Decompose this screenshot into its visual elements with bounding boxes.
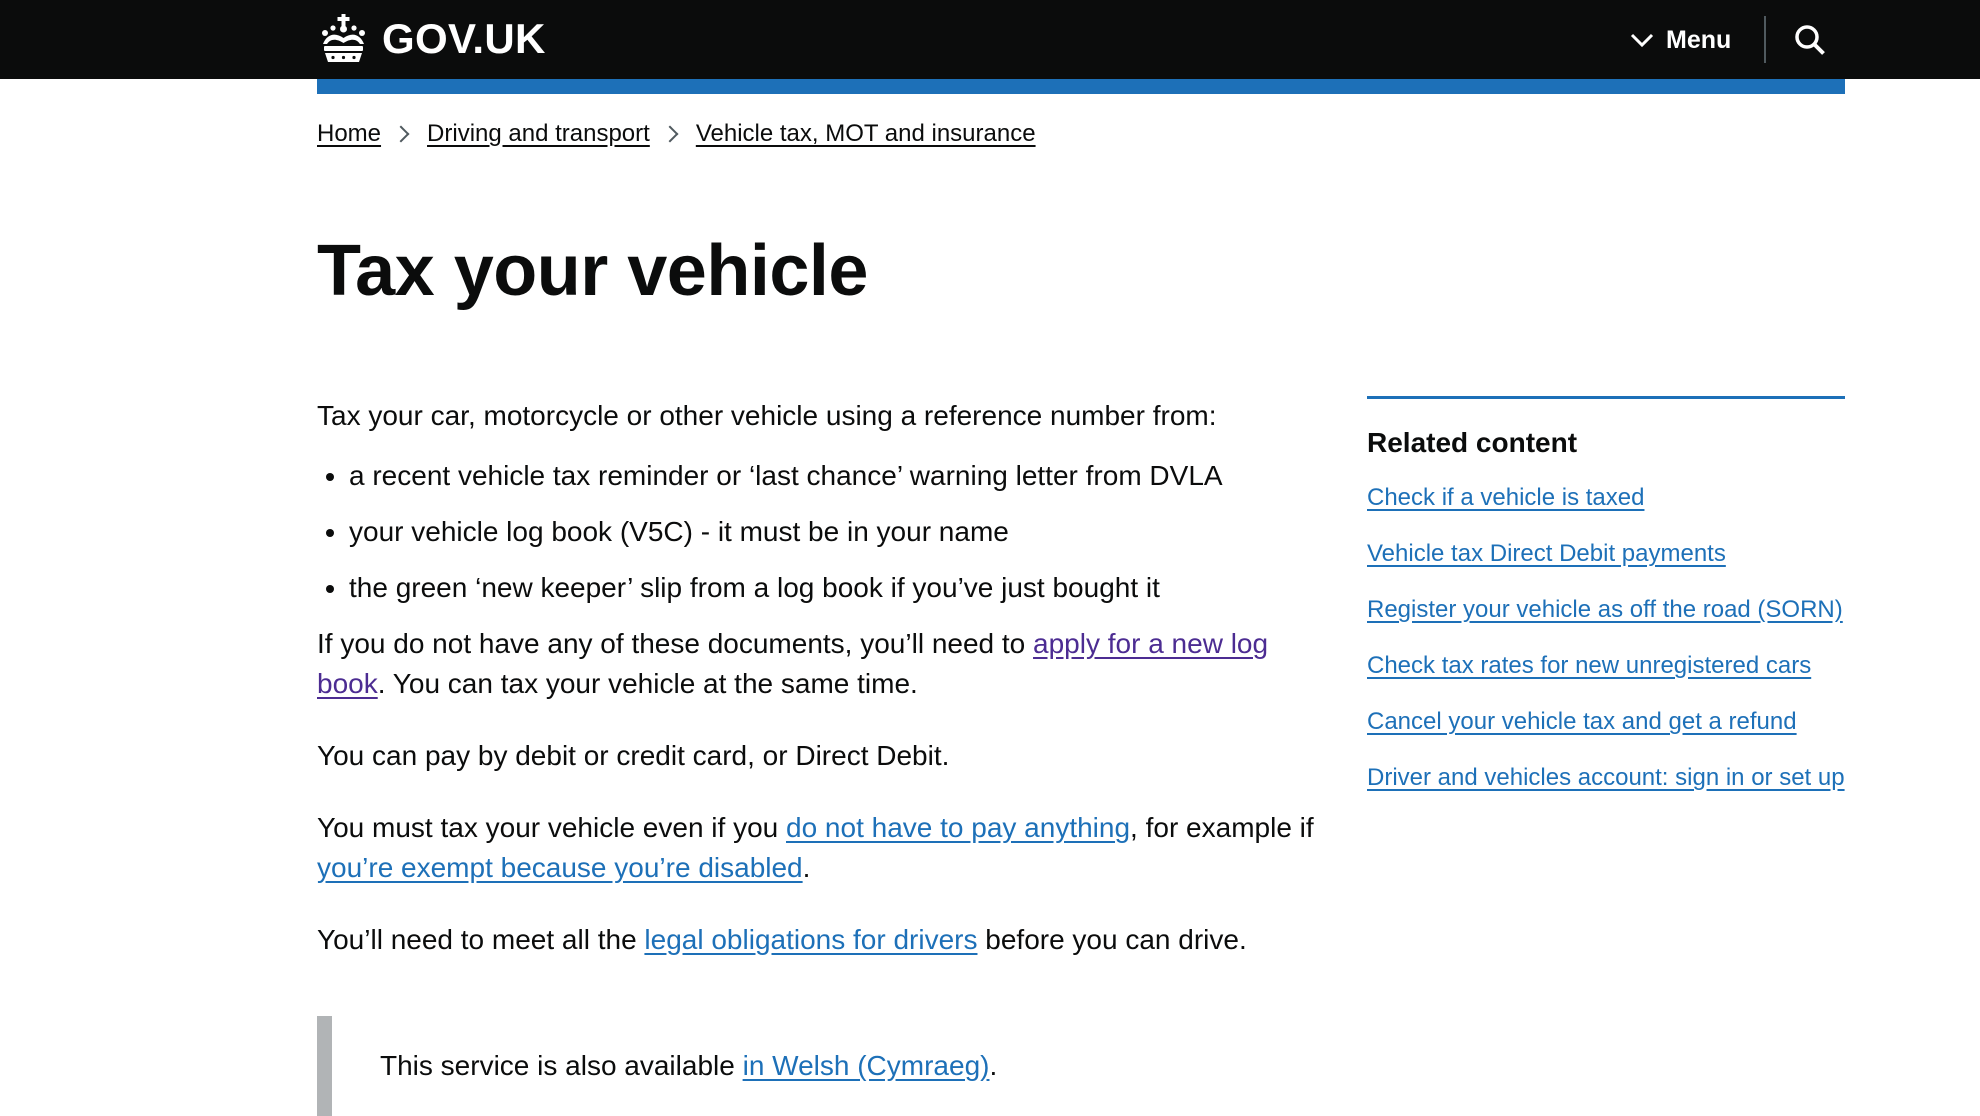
paragraph-text: .	[989, 1050, 998, 1081]
inset-text: This service is also available in Welsh …	[380, 1046, 997, 1086]
related-link-check-vehicle-taxed[interactable]: Check if a vehicle is taxed	[1367, 484, 1644, 511]
related-link-check-tax-rates[interactable]: Check tax rates for new unregistered car…	[1367, 652, 1811, 679]
breadcrumb-home[interactable]: Home	[317, 120, 381, 148]
related-content-title: Related content	[1367, 427, 1578, 458]
breadcrumb-vehicle-tax-mot-insurance[interactable]: Vehicle tax, MOT and insurance	[696, 120, 1036, 148]
site-header: GOV.UK Menu	[0, 0, 1980, 79]
logo-text: GOV.UK	[382, 15, 546, 62]
related-link-cancel-vehicle-tax[interactable]: Cancel your vehicle tax and get a refund	[1367, 708, 1797, 735]
paragraph-text: .	[802, 852, 811, 883]
list-item: Vehicle tax Direct Debit payments	[1367, 537, 1845, 570]
related-content: Related content Check if a vehicle is ta…	[1367, 396, 1845, 817]
paragraph-text: . You can tax your vehicle at the same t…	[377, 668, 918, 699]
related-links-list: Check if a vehicle is taxed Vehicle tax …	[1367, 481, 1845, 794]
govuk-logo-link[interactable]: GOV.UK	[317, 8, 546, 70]
no-documents-paragraph: If you do not have any of these document…	[317, 624, 1327, 704]
list-item: Cancel your vehicle tax and get a refund	[1367, 705, 1845, 738]
breadcrumb: Home Driving and transport Vehicle tax, …	[317, 120, 1036, 148]
paragraph-text: You must tax your vehicle even if you	[317, 812, 786, 843]
chevron-right-icon	[392, 125, 410, 143]
page-title: Tax your vehicle	[317, 231, 868, 311]
list-item: the green ‘new keeper’ slip from a log b…	[349, 568, 1327, 608]
crown-icon	[322, 14, 365, 62]
list-item: Check tax rates for new unregistered car…	[1367, 649, 1845, 682]
intro-text: Tax your car, motorcycle or other vehicl…	[317, 400, 1217, 431]
list-item: Driver and vehicles account: sign in or …	[1367, 761, 1845, 794]
main-content: Tax your car, motorcycle or other vehicl…	[317, 396, 1327, 992]
payment-methods-paragraph: You can pay by debit or credit card, or …	[317, 740, 950, 771]
header-accent-bar	[317, 79, 1845, 94]
related-link-register-sorn[interactable]: Register your vehicle as off the road (S…	[1367, 596, 1843, 623]
paragraph-text: , for example if	[1130, 812, 1314, 843]
header-divider	[1764, 16, 1766, 63]
welsh-service-inset: This service is also available in Welsh …	[317, 1016, 1232, 1116]
search-icon	[1795, 25, 1825, 55]
paragraph-text: before you can drive.	[977, 924, 1247, 955]
breadcrumb-driving-and-transport[interactable]: Driving and transport	[427, 120, 650, 148]
paragraph-text: This service is also available	[380, 1050, 743, 1081]
must-tax-paragraph: You must tax your vehicle even if you do…	[317, 808, 1327, 888]
menu-label: Menu	[1666, 25, 1732, 54]
related-link-direct-debit-payments[interactable]: Vehicle tax Direct Debit payments	[1367, 540, 1726, 567]
welsh-language-link[interactable]: in Welsh (Cymraeg)	[743, 1050, 990, 1081]
chevron-down-icon	[1630, 33, 1654, 48]
reference-number-sources-list: a recent vehicle tax reminder or ‘last c…	[317, 456, 1327, 608]
search-button[interactable]	[1790, 20, 1830, 60]
legal-obligations-link[interactable]: legal obligations for drivers	[644, 924, 977, 955]
paragraph-text: If you do not have any of these document…	[317, 628, 1034, 659]
menu-button[interactable]: Menu	[1630, 18, 1731, 62]
chevron-right-icon	[661, 125, 679, 143]
legal-obligations-paragraph: You’ll need to meet all the legal obliga…	[317, 920, 1327, 960]
paragraph-text: You’ll need to meet all the	[317, 924, 645, 955]
list-item: your vehicle log book (V5C) - it must be…	[349, 512, 1327, 552]
list-item: a recent vehicle tax reminder or ‘last c…	[349, 456, 1327, 496]
do-not-have-to-pay-link[interactable]: do not have to pay anything	[786, 812, 1130, 843]
list-item: Check if a vehicle is taxed	[1367, 481, 1845, 514]
exempt-disabled-link[interactable]: you’re exempt because you’re disabled	[317, 852, 803, 883]
related-link-driver-vehicles-account[interactable]: Driver and vehicles account: sign in or …	[1367, 764, 1845, 791]
list-item: Register your vehicle as off the road (S…	[1367, 593, 1845, 626]
